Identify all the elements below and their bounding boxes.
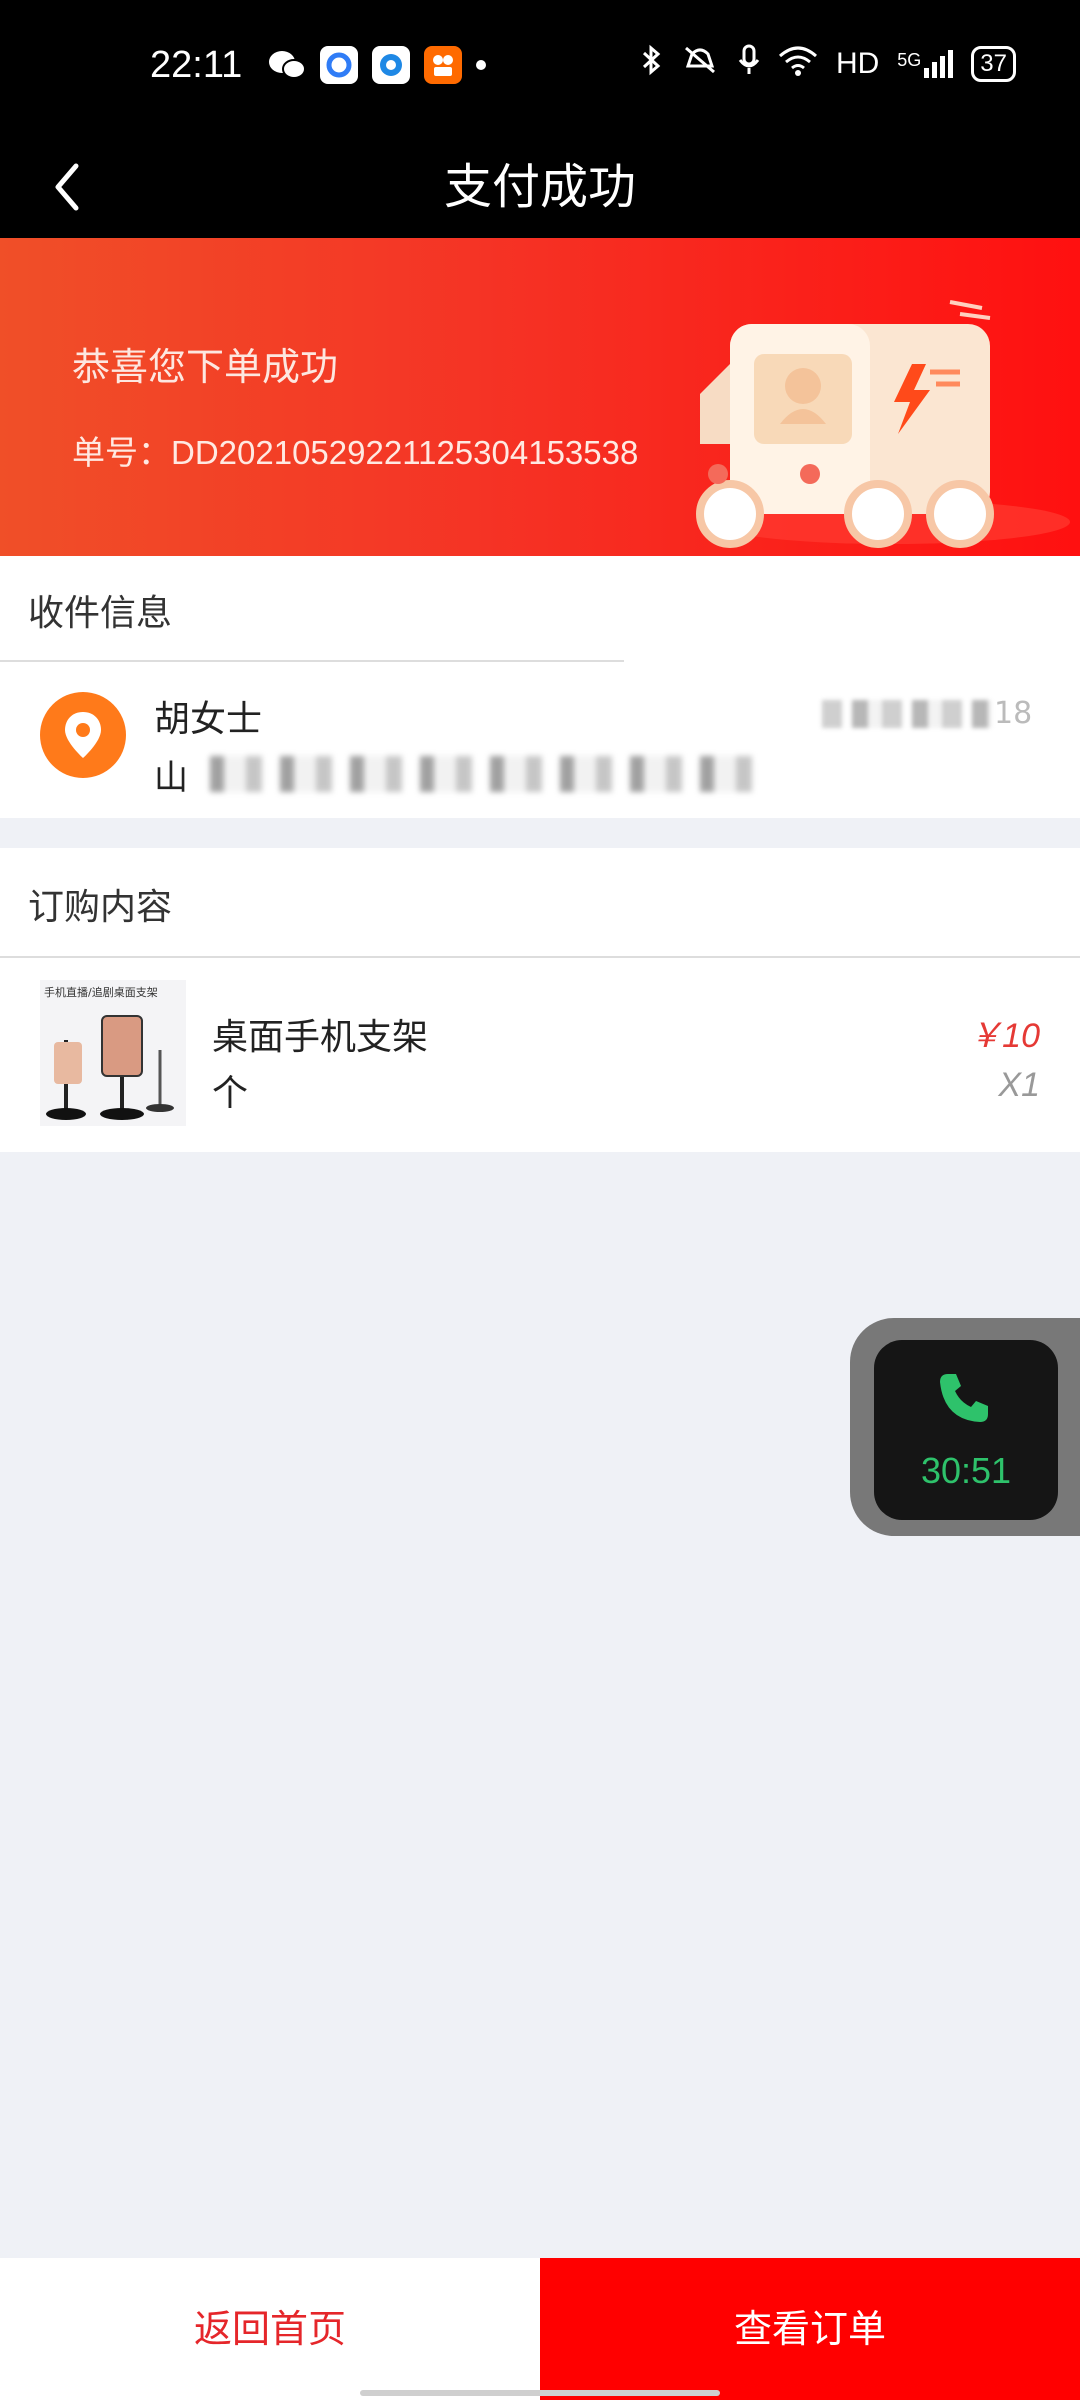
more-notifications-icon bbox=[476, 60, 486, 70]
success-banner: 恭喜您下单成功 单号：DD20210529221125304153538 bbox=[0, 238, 1080, 556]
bottom-action-bar: 返回首页 查看订单 bbox=[0, 2258, 1080, 2400]
receiver-address: 山 bbox=[154, 758, 188, 798]
receiver-phone: 18 bbox=[994, 696, 1033, 731]
wifi-icon bbox=[778, 44, 818, 84]
home-indicator[interactable] bbox=[360, 2390, 720, 2396]
mic-icon bbox=[738, 44, 760, 84]
receiver-name: 胡女士 bbox=[154, 699, 263, 740]
return-home-button[interactable]: 返回首页 bbox=[0, 2258, 540, 2400]
page-title: 支付成功 bbox=[443, 159, 636, 215]
delivery-truck-icon bbox=[696, 300, 1070, 548]
network-type: HD bbox=[835, 47, 880, 80]
bluetooth-icon bbox=[640, 44, 662, 84]
browser-app-icon bbox=[320, 46, 358, 84]
product-price: ￥10 bbox=[968, 1017, 1040, 1055]
redacted-address bbox=[210, 756, 770, 792]
kuaishou-icon bbox=[424, 46, 462, 84]
order-section-header: 订购内容 bbox=[0, 848, 1080, 956]
product-unit: 个 bbox=[212, 1073, 249, 1114]
mute-icon bbox=[680, 44, 720, 84]
success-message: 恭喜您下单成功 bbox=[72, 345, 339, 389]
order-section-title: 订购内容 bbox=[28, 887, 173, 928]
signal-icon: 5G bbox=[897, 50, 954, 78]
status-time: 22:11 bbox=[150, 44, 243, 86]
receiver-section-header: 收件信息 bbox=[0, 556, 1080, 662]
svg-text:手机直播/追剧桌面支架: 手机直播/追剧桌面支架 bbox=[44, 985, 158, 999]
call-widget-panel[interactable] bbox=[874, 1340, 1058, 1520]
product-quantity: X1 bbox=[998, 1066, 1040, 1104]
battery-icon: 37 bbox=[971, 46, 1016, 82]
receiver-info: 胡女士 山 18 bbox=[0, 662, 1080, 818]
nav-bar: 支付成功 bbox=[0, 136, 1080, 238]
redacted-phone bbox=[822, 700, 992, 728]
order-item[interactable]: 手机直播/追剧桌面支架 桌面手机支架 个 ￥10 X1 bbox=[0, 958, 1080, 1152]
app-icon bbox=[372, 46, 410, 84]
receiver-section-title: 收件信息 bbox=[28, 593, 173, 634]
status-bar: 22:11 HD 5G 37 bbox=[0, 0, 1080, 136]
view-order-button[interactable]: 查看订单 bbox=[540, 2258, 1080, 2400]
order-number: 单号：DD20210529221125304153538 bbox=[72, 434, 639, 471]
product-name: 桌面手机支架 bbox=[212, 1017, 429, 1058]
wechat-icon bbox=[268, 46, 306, 84]
notification-icons bbox=[268, 46, 486, 84]
call-duration: 30:51 bbox=[920, 1450, 1012, 1491]
location-pin-icon bbox=[40, 692, 126, 778]
product-thumbnail: 手机直播/追剧桌面支架 bbox=[40, 980, 186, 1126]
phone-call-icon bbox=[940, 1374, 988, 1422]
